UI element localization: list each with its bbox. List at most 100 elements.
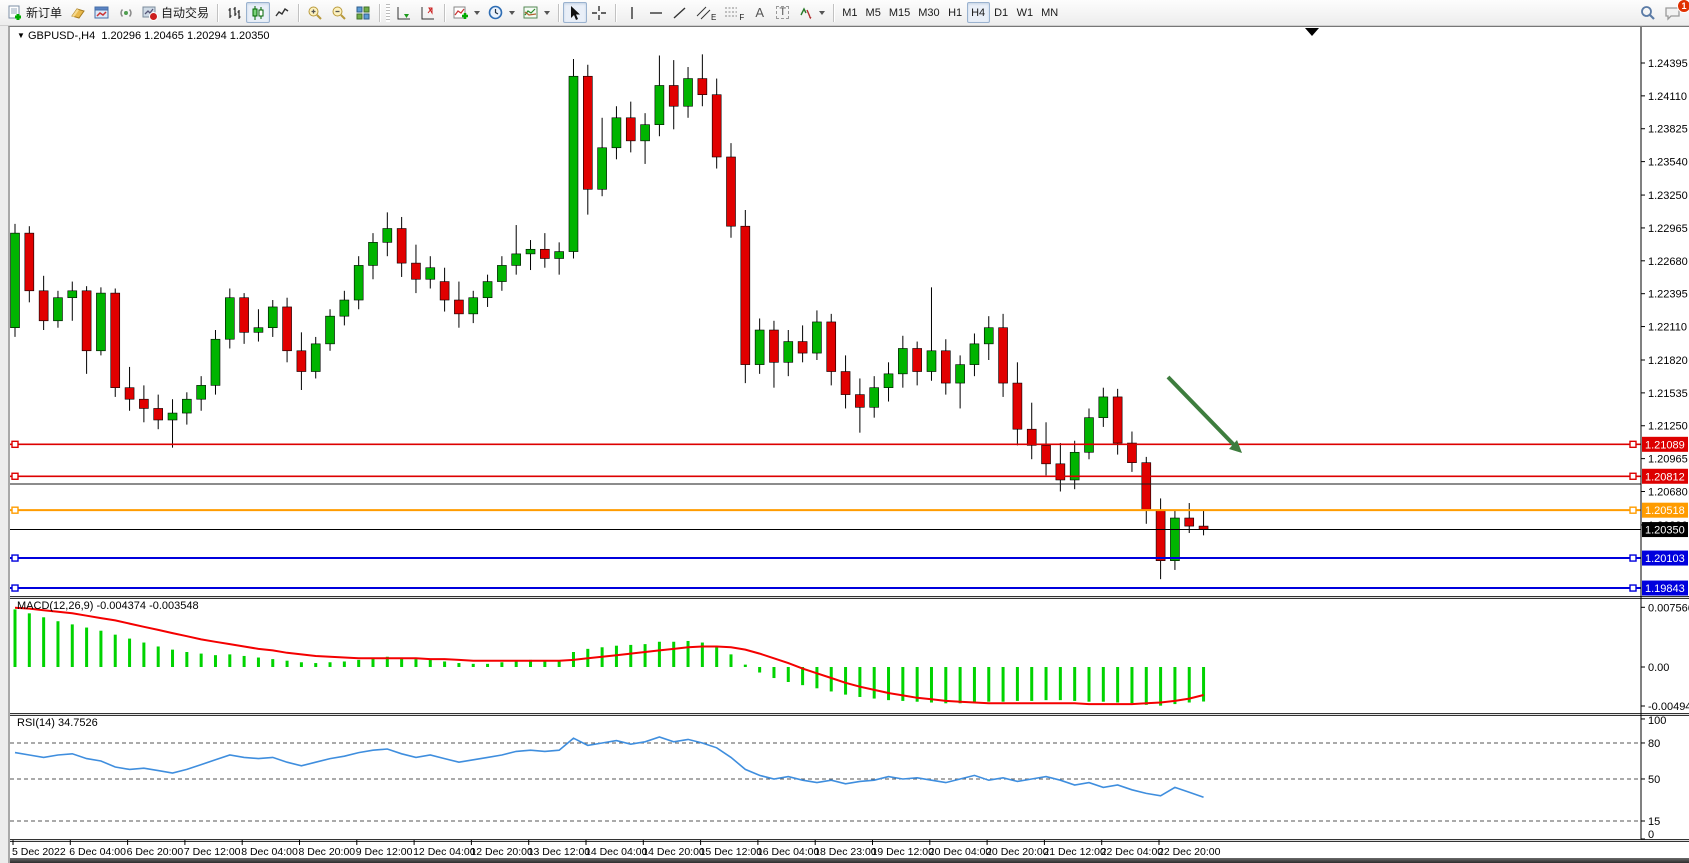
- candle-down: [698, 79, 707, 95]
- auto-trading-button[interactable]: 自动交易: [138, 2, 213, 23]
- candlestick-chart-button[interactable]: [246, 2, 270, 23]
- timeframe-h1-button[interactable]: H1: [944, 2, 967, 23]
- mailbox-button[interactable]: 1: [1660, 2, 1686, 23]
- macd-histogram-bar: [815, 667, 818, 688]
- market-watch-button[interactable]: [90, 2, 114, 23]
- candle-up: [326, 316, 335, 344]
- candle-down: [1027, 429, 1036, 445]
- macd-histogram-bar: [114, 635, 117, 667]
- macd-histogram-bar: [214, 655, 217, 667]
- timeframe-d1-button[interactable]: D1: [990, 2, 1013, 23]
- candle-up: [369, 242, 378, 265]
- macd-histogram-bar: [357, 660, 360, 667]
- vertical-line-tool-button[interactable]: [620, 2, 644, 23]
- candle-up: [254, 328, 263, 333]
- bar-chart-icon: [226, 5, 242, 21]
- candle-down: [297, 351, 306, 372]
- indicators-button[interactable]: [449, 2, 484, 23]
- profiles-button[interactable]: [66, 2, 90, 23]
- timeframe-m15-button[interactable]: M15: [885, 2, 914, 23]
- candle-down: [727, 157, 736, 226]
- line-handle[interactable]: [12, 555, 18, 561]
- macd-histogram-bar: [1173, 667, 1176, 704]
- new-order-button[interactable]: 新订单: [3, 2, 66, 23]
- timeframe-w1-button[interactable]: W1: [1013, 2, 1038, 23]
- horizontal-line-tool-button[interactable]: [644, 2, 668, 23]
- candle-down: [827, 322, 836, 372]
- macd-histogram-bar: [1073, 667, 1076, 701]
- line-handle[interactable]: [12, 585, 18, 591]
- timeframe-h4-button[interactable]: H4: [967, 2, 990, 23]
- signals-button[interactable]: [114, 2, 138, 23]
- line-handle[interactable]: [1630, 473, 1636, 479]
- macd-histogram-bar: [744, 665, 747, 667]
- candle-up: [784, 342, 793, 363]
- macd-histogram-bar: [772, 667, 775, 678]
- search-button[interactable]: [1636, 2, 1660, 23]
- zoom-in-button[interactable]: [303, 2, 327, 23]
- macd-histogram-bar: [157, 646, 160, 667]
- macd-histogram-bar: [142, 643, 145, 667]
- templates-button[interactable]: [519, 2, 554, 23]
- line-handle[interactable]: [12, 441, 18, 447]
- text-label-tool-button[interactable]: T: [771, 2, 794, 23]
- macd-histogram-bar: [1088, 667, 1091, 702]
- line-handle[interactable]: [1630, 441, 1636, 447]
- toolbar-separator: [558, 4, 559, 22]
- text-tool-button[interactable]: A: [748, 2, 771, 23]
- macd-histogram-bar: [99, 631, 102, 667]
- trendline-tool-button[interactable]: [668, 2, 692, 23]
- candle-up: [354, 265, 363, 300]
- macd-histogram-bar: [887, 667, 890, 700]
- macd-histogram-bar: [286, 661, 289, 667]
- timeframe-m1-button[interactable]: M1: [838, 2, 861, 23]
- tile-windows-button[interactable]: [351, 2, 375, 23]
- auto-scroll-button[interactable]: [392, 2, 416, 23]
- macd-histogram-bar: [715, 647, 718, 667]
- chevron-down-icon: [544, 11, 550, 15]
- candle-down: [855, 395, 864, 408]
- macd-histogram-bar: [973, 667, 976, 703]
- candle-down: [999, 328, 1008, 383]
- clock-icon: [488, 5, 504, 21]
- line-handle[interactable]: [1630, 585, 1636, 591]
- candle-down: [411, 263, 420, 279]
- line-handle[interactable]: [1630, 555, 1636, 561]
- arrows-tool-button[interactable]: [794, 2, 829, 23]
- macd-histogram-bar: [987, 667, 990, 702]
- candle-down: [1185, 518, 1194, 526]
- macd-histogram-bar: [930, 667, 933, 703]
- chevron-down-icon: [474, 11, 480, 15]
- time-axis-strip[interactable]: [10, 841, 1641, 858]
- zoom-out-button[interactable]: [327, 2, 351, 23]
- macd-indicator-label: MACD(12,26,9) -0.004374 -0.003548: [17, 600, 199, 612]
- price-axis-strip[interactable]: [1641, 27, 1689, 839]
- cursor-tool-button[interactable]: [563, 2, 587, 23]
- channel-tool-button[interactable]: E: [692, 2, 720, 23]
- candle-down: [769, 330, 778, 362]
- candle-up: [1170, 518, 1179, 561]
- macd-histogram-bar: [314, 663, 317, 667]
- timeframe-mn-button[interactable]: MN: [1037, 2, 1062, 23]
- timeframe-m5-button[interactable]: M5: [862, 2, 885, 23]
- crosshair-tool-button[interactable]: [587, 2, 611, 23]
- fibonacci-tool-button[interactable]: F: [720, 2, 748, 23]
- macd-histogram-bar: [1030, 667, 1033, 701]
- line-handle[interactable]: [12, 473, 18, 479]
- candle-up: [555, 252, 564, 259]
- candle-down: [240, 298, 249, 333]
- zoom-out-icon: [331, 5, 347, 21]
- macd-histogram-bar: [1130, 667, 1133, 703]
- timeframe-m30-button[interactable]: M30: [914, 2, 943, 23]
- macd-histogram-bar: [858, 667, 861, 697]
- chart-shift-button[interactable]: [416, 2, 440, 23]
- periods-button[interactable]: [484, 2, 519, 23]
- profiles-icon: [70, 5, 86, 21]
- line-handle[interactable]: [1630, 507, 1636, 513]
- bar-chart-button[interactable]: [222, 2, 246, 23]
- line-chart-button[interactable]: [270, 2, 294, 23]
- chevron-down-icon: [819, 11, 825, 15]
- toolbar-separator: [298, 4, 299, 22]
- collapse-triangle-icon[interactable]: ▼: [17, 31, 25, 40]
- line-handle[interactable]: [12, 507, 18, 513]
